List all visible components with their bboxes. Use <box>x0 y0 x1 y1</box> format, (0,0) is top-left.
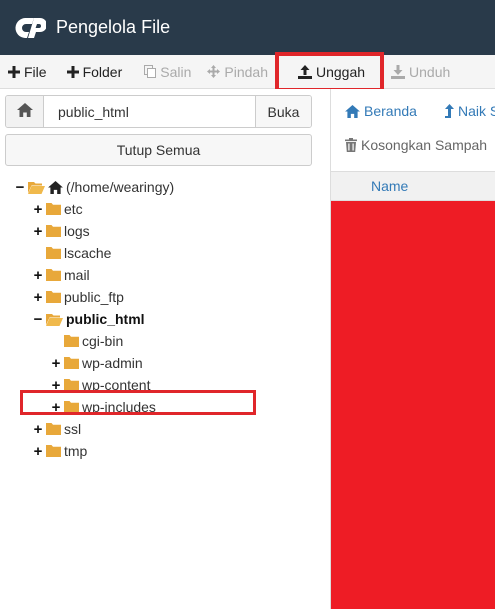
folder-icon <box>46 269 61 281</box>
open-folder-icon <box>46 313 63 326</box>
file-nav-bar: Beranda Naik S Kosongkan Sampah <box>331 89 495 169</box>
tree-item-label: wp-admin <box>82 355 143 371</box>
selection-highlight-box <box>20 390 256 415</box>
plus-icon <box>66 65 79 78</box>
go-button[interactable]: Buka <box>255 96 311 127</box>
move-arrows-icon <box>207 65 221 78</box>
home-button[interactable] <box>6 96 44 127</box>
column-header-name[interactable]: Name <box>331 171 495 201</box>
expand-toggle-icon[interactable]: + <box>32 421 44 438</box>
page-title: Pengelola File <box>56 17 171 37</box>
download-button[interactable]: Unduh <box>385 55 456 89</box>
new-file-button[interactable]: File <box>0 55 53 89</box>
folder-icon <box>64 335 79 347</box>
tree-item-label: cgi-bin <box>82 333 124 349</box>
expand-toggle-icon[interactable]: + <box>32 267 44 284</box>
file-list-redacted-area <box>331 201 495 609</box>
folder-icon <box>46 203 61 215</box>
tree-item-lscache[interactable]: lscache <box>32 242 111 264</box>
tree-item-logs[interactable]: + logs <box>32 220 90 242</box>
expand-toggle-icon[interactable]: + <box>32 443 44 460</box>
home-icon <box>16 103 33 120</box>
empty-trash-link[interactable]: Kosongkan Sampah <box>345 137 487 153</box>
expand-toggle-icon[interactable]: + <box>32 201 44 218</box>
tree-item-etc[interactable]: + etc <box>32 198 83 220</box>
folder-icon <box>46 423 61 435</box>
tree-item-wp-admin[interactable]: + wp-admin <box>50 352 143 374</box>
tree-item-label: etc <box>64 201 83 217</box>
tree-item-public-ftp[interactable]: + public_ftp <box>32 286 124 308</box>
tree-item-label: ssl <box>64 421 82 437</box>
copy-label: Salin <box>160 63 192 80</box>
tree-item-public-html[interactable]: − public_html <box>32 308 145 330</box>
download-label: Unduh <box>409 63 451 80</box>
home-link[interactable]: Beranda <box>345 103 417 119</box>
empty-trash-label: Kosongkan Sampah <box>361 137 488 153</box>
tree-root-label: (/home/wearingy) <box>66 179 175 195</box>
home-link-label: Beranda <box>364 103 417 119</box>
new-folder-button[interactable]: Folder <box>61 55 129 89</box>
file-list-panel: Beranda Naik S Kosongkan Sampah Name <box>330 89 495 609</box>
folder-tree-panel: Buka Tutup Semua − (/home/wearingy) + et… <box>0 89 330 609</box>
move-button[interactable]: Pindah <box>201 55 274 89</box>
tree-item-label: tmp <box>64 443 88 459</box>
app-header: Pengelola File <box>0 0 495 55</box>
toolbar: File Folder Salin Pindah Unggah Unduh <box>0 51 495 92</box>
tree-item-ssl[interactable]: + ssl <box>32 418 82 440</box>
expand-toggle-icon[interactable]: + <box>50 355 62 372</box>
trash-icon <box>345 138 357 152</box>
new-folder-label: Folder <box>82 63 123 80</box>
copy-button[interactable]: Salin <box>138 55 197 89</box>
home-icon <box>48 180 63 194</box>
move-label: Pindah <box>224 63 268 80</box>
tree-item-cgi-bin[interactable]: cgi-bin <box>50 330 123 352</box>
tree-root[interactable]: − (/home/wearingy) <box>14 176 175 198</box>
tree-item-label: mail <box>64 267 90 283</box>
tree-item-label: lscache <box>64 245 112 261</box>
path-input[interactable] <box>44 96 255 127</box>
upload-icon <box>297 64 312 79</box>
collapse-toggle-icon[interactable]: − <box>14 179 26 196</box>
folder-icon <box>46 247 61 259</box>
upload-button[interactable]: Unggah <box>274 51 385 92</box>
copy-icon <box>144 65 157 78</box>
tree-item-label: logs <box>64 223 90 239</box>
tree-item-label: public_html <box>66 311 145 327</box>
folder-icon <box>64 357 79 369</box>
new-file-label: File <box>24 63 47 80</box>
path-bar: Buka <box>5 95 312 128</box>
tree-item-mail[interactable]: + mail <box>32 264 90 286</box>
collapse-toggle-icon[interactable]: − <box>32 311 44 328</box>
plus-icon <box>8 65 20 78</box>
cpanel-logo-icon <box>14 13 48 43</box>
open-folder-icon <box>28 181 45 194</box>
tree-item-tmp[interactable]: + tmp <box>32 440 88 462</box>
column-header-label: Name <box>371 178 409 194</box>
level-up-icon <box>445 104 454 118</box>
expand-toggle-icon[interactable]: + <box>32 223 44 240</box>
folder-icon <box>46 445 61 457</box>
up-one-level-link[interactable]: Naik S <box>445 103 495 119</box>
upload-label: Unggah <box>315 63 366 80</box>
up-link-label: Naik S <box>458 103 495 119</box>
folder-icon <box>46 291 61 303</box>
folder-icon <box>46 225 61 237</box>
expand-toggle-icon[interactable]: + <box>32 289 44 306</box>
tree-item-label: public_ftp <box>64 289 124 305</box>
collapse-all-button[interactable]: Tutup Semua <box>5 134 312 166</box>
download-icon <box>391 64 406 79</box>
home-icon <box>345 104 360 118</box>
